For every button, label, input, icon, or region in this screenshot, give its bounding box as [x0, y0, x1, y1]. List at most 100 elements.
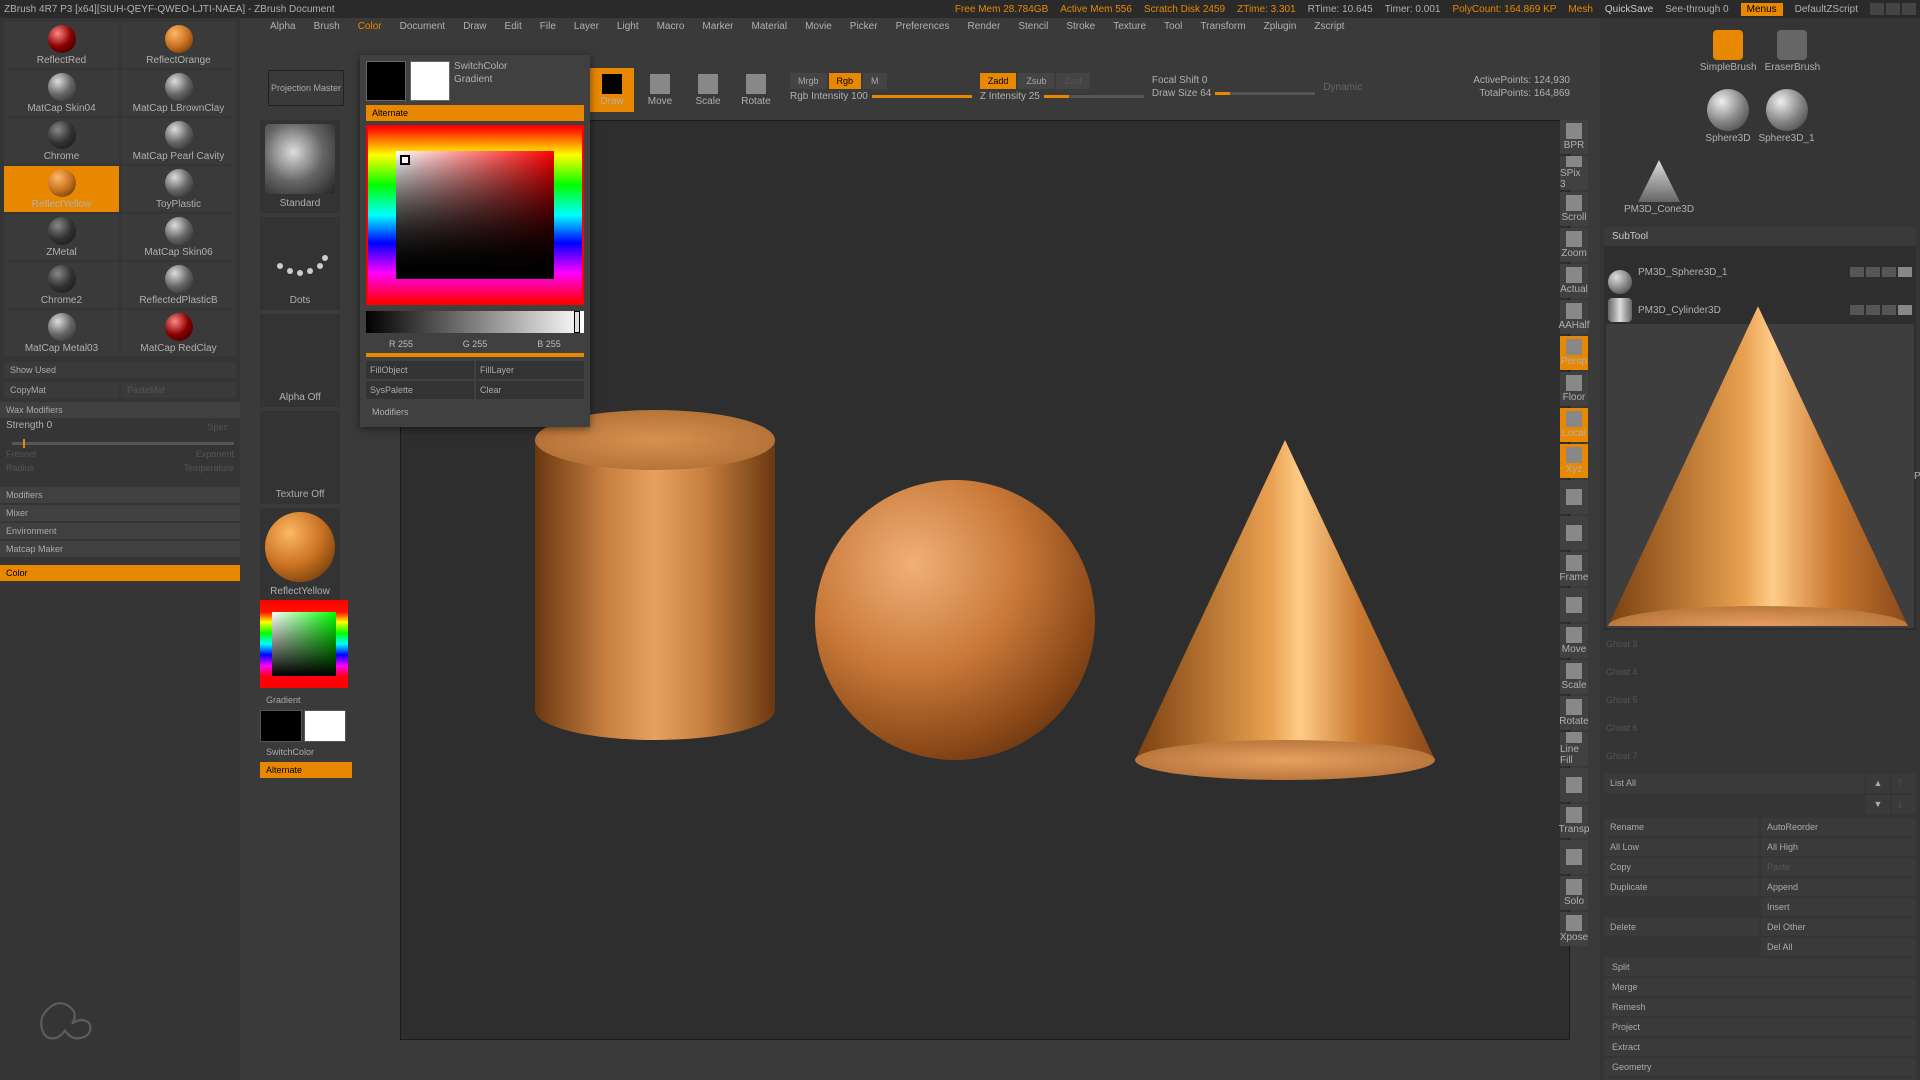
zadd-button[interactable]: Zadd [980, 73, 1017, 89]
material-chrome[interactable]: Chrome [4, 118, 119, 164]
menu-movie[interactable]: Movie [805, 21, 832, 32]
popup-alternate-button[interactable]: Alternate [366, 105, 584, 121]
delother-button[interactable]: Del Other [1761, 918, 1916, 936]
stroke-thumb[interactable]: Dots [260, 217, 340, 310]
copy-button[interactable]: Copy [1604, 858, 1759, 876]
allhigh-button[interactable]: All High [1761, 838, 1916, 856]
rtool-persp[interactable]: Persp [1560, 336, 1588, 370]
material-matcap-skin04[interactable]: MatCap Skin04 [4, 70, 119, 116]
menu-tool[interactable]: Tool [1164, 21, 1182, 32]
popup-secondary-swatch[interactable] [366, 61, 406, 101]
menu-zplugin[interactable]: Zplugin [1264, 21, 1297, 32]
default-script[interactable]: DefaultZScript [1795, 4, 1858, 15]
menu-document[interactable]: Document [400, 21, 446, 32]
rtool-blank[interactable] [1560, 516, 1588, 550]
sphere-object[interactable] [815, 480, 1095, 760]
material-reflectorange[interactable]: ReflectOrange [121, 22, 236, 68]
sphere3d-tool[interactable]: Sphere3D [1705, 89, 1750, 144]
g-value[interactable]: G 255 [440, 339, 510, 349]
menu-edit[interactable]: Edit [505, 21, 522, 32]
rgb-button[interactable]: Rgb [829, 73, 862, 89]
menu-render[interactable]: Render [968, 21, 1001, 32]
pastemat-button[interactable]: PasteMat [121, 382, 236, 398]
subtool-pm3d_sphere3d_1[interactable]: PM3D_Sphere3D_1 [1606, 248, 1914, 296]
rtool-move[interactable]: Move [1560, 624, 1588, 658]
color-picker-main[interactable] [366, 125, 584, 305]
rtool-solo[interactable]: Solo [1560, 876, 1588, 910]
quicksave-button[interactable]: QuickSave [1605, 4, 1653, 15]
eraserbrush-icon[interactable]: EraserBrush [1765, 30, 1821, 73]
sphere3d1-tool[interactable]: Sphere3D_1 [1758, 89, 1814, 144]
simplebrush-icon[interactable]: SimpleBrush [1700, 30, 1757, 73]
primary-color-swatch[interactable] [304, 710, 346, 742]
menu-layer[interactable]: Layer [574, 21, 599, 32]
rename-button[interactable]: Rename [1604, 818, 1759, 836]
color-picker-small[interactable] [260, 600, 348, 688]
mrgb-button[interactable]: Mrgb [790, 73, 827, 89]
material-reflectedplasticb[interactable]: ReflectedPlasticB [121, 262, 236, 308]
material-toyplastic[interactable]: ToyPlastic [121, 166, 236, 212]
rtool-transp[interactable]: Transp [1560, 804, 1588, 838]
modifiers-header[interactable]: Modifiers [0, 487, 240, 503]
switchcolor-button-sm[interactable]: SwitchColor [260, 744, 352, 760]
material-thumb[interactable]: ReflectYellow [260, 508, 340, 601]
section-remesh[interactable]: Remesh [1604, 998, 1916, 1016]
rtool-blank[interactable] [1560, 840, 1588, 874]
alpha-thumb[interactable]: Alpha Off [260, 314, 340, 407]
alllow-button[interactable]: All Low [1604, 838, 1759, 856]
filllayer-button[interactable]: FillLayer [476, 361, 584, 379]
syspalette-button[interactable]: SysPalette [366, 381, 474, 399]
rtool-xpose[interactable]: Xpose [1560, 912, 1588, 946]
cylinder-object[interactable] [535, 410, 775, 750]
minimize-icon[interactable] [1870, 3, 1884, 15]
material-matcap-lbrownclay[interactable]: MatCap LBrownClay [121, 70, 236, 116]
texture-thumb[interactable]: Texture Off [260, 411, 340, 504]
gradient-button-sm[interactable]: Gradient [260, 692, 352, 708]
material-zmetal[interactable]: ZMetal [4, 214, 119, 260]
delete-button[interactable]: Delete [1604, 918, 1759, 936]
menu-preferences[interactable]: Preferences [896, 21, 950, 32]
subtool-pm3d_cone3d[interactable]: PM3D_Cone3D [1606, 324, 1914, 628]
draw-mode[interactable]: Draw [590, 68, 634, 112]
close-icon[interactable] [1902, 3, 1916, 15]
menu-stencil[interactable]: Stencil [1018, 21, 1048, 32]
paste-button[interactable]: Paste [1761, 858, 1916, 876]
rtool-spix-3[interactable]: SPix 3 [1560, 156, 1588, 190]
value-slider[interactable] [366, 311, 584, 333]
menu-stroke[interactable]: Stroke [1066, 21, 1095, 32]
menu-macro[interactable]: Macro [657, 21, 685, 32]
menu-brush[interactable]: Brush [314, 21, 340, 32]
up-arrow-icon[interactable]: ▲ [1866, 774, 1890, 793]
popup-modifiers[interactable]: Modifiers [366, 403, 584, 421]
rtool-floor[interactable]: Floor [1560, 372, 1588, 406]
wax-modifiers-header[interactable]: Wax Modifiers [0, 402, 240, 418]
rtool-bpr[interactable]: BPR [1560, 120, 1588, 154]
strength-slider[interactable] [0, 436, 240, 447]
rtool-xyz[interactable]: Xyz [1560, 444, 1588, 478]
append-button[interactable]: Append [1761, 878, 1916, 896]
rotate-mode[interactable]: Rotate [734, 68, 778, 112]
autoreorder-button[interactable]: AutoReorder [1761, 818, 1916, 836]
list-all-button[interactable]: List All [1604, 774, 1864, 793]
secondary-color-swatch[interactable] [260, 710, 302, 742]
cone3d-tool[interactable]: PM3D_Cone3D [1624, 160, 1694, 215]
mixer-header[interactable]: Mixer [0, 505, 240, 521]
popup-switchcolor[interactable]: SwitchColor [454, 61, 584, 72]
environment-header[interactable]: Environment [0, 523, 240, 539]
copymat-button[interactable]: CopyMat [4, 382, 119, 398]
section-extract[interactable]: Extract [1604, 1038, 1916, 1056]
brush-thumb[interactable]: Standard [260, 120, 340, 213]
insert-button[interactable]: Insert [1761, 898, 1916, 916]
seethrough-slider[interactable]: See-through 0 [1665, 4, 1728, 15]
subtool-header[interactable]: SubTool [1604, 227, 1916, 246]
m-button[interactable]: M [863, 73, 887, 89]
menu-texture[interactable]: Texture [1113, 21, 1146, 32]
menu-alpha[interactable]: Alpha [270, 21, 296, 32]
rtool-scale[interactable]: Scale [1560, 660, 1588, 694]
menu-picker[interactable]: Picker [850, 21, 878, 32]
popup-gradient[interactable]: Gradient [454, 74, 584, 85]
material-matcap-redclay[interactable]: MatCap RedClay [121, 310, 236, 356]
rtool-actual[interactable]: Actual [1560, 264, 1588, 298]
z-intensity-slider[interactable]: Z Intensity 25 [980, 91, 1144, 102]
rtool-zoom[interactable]: Zoom [1560, 228, 1588, 262]
